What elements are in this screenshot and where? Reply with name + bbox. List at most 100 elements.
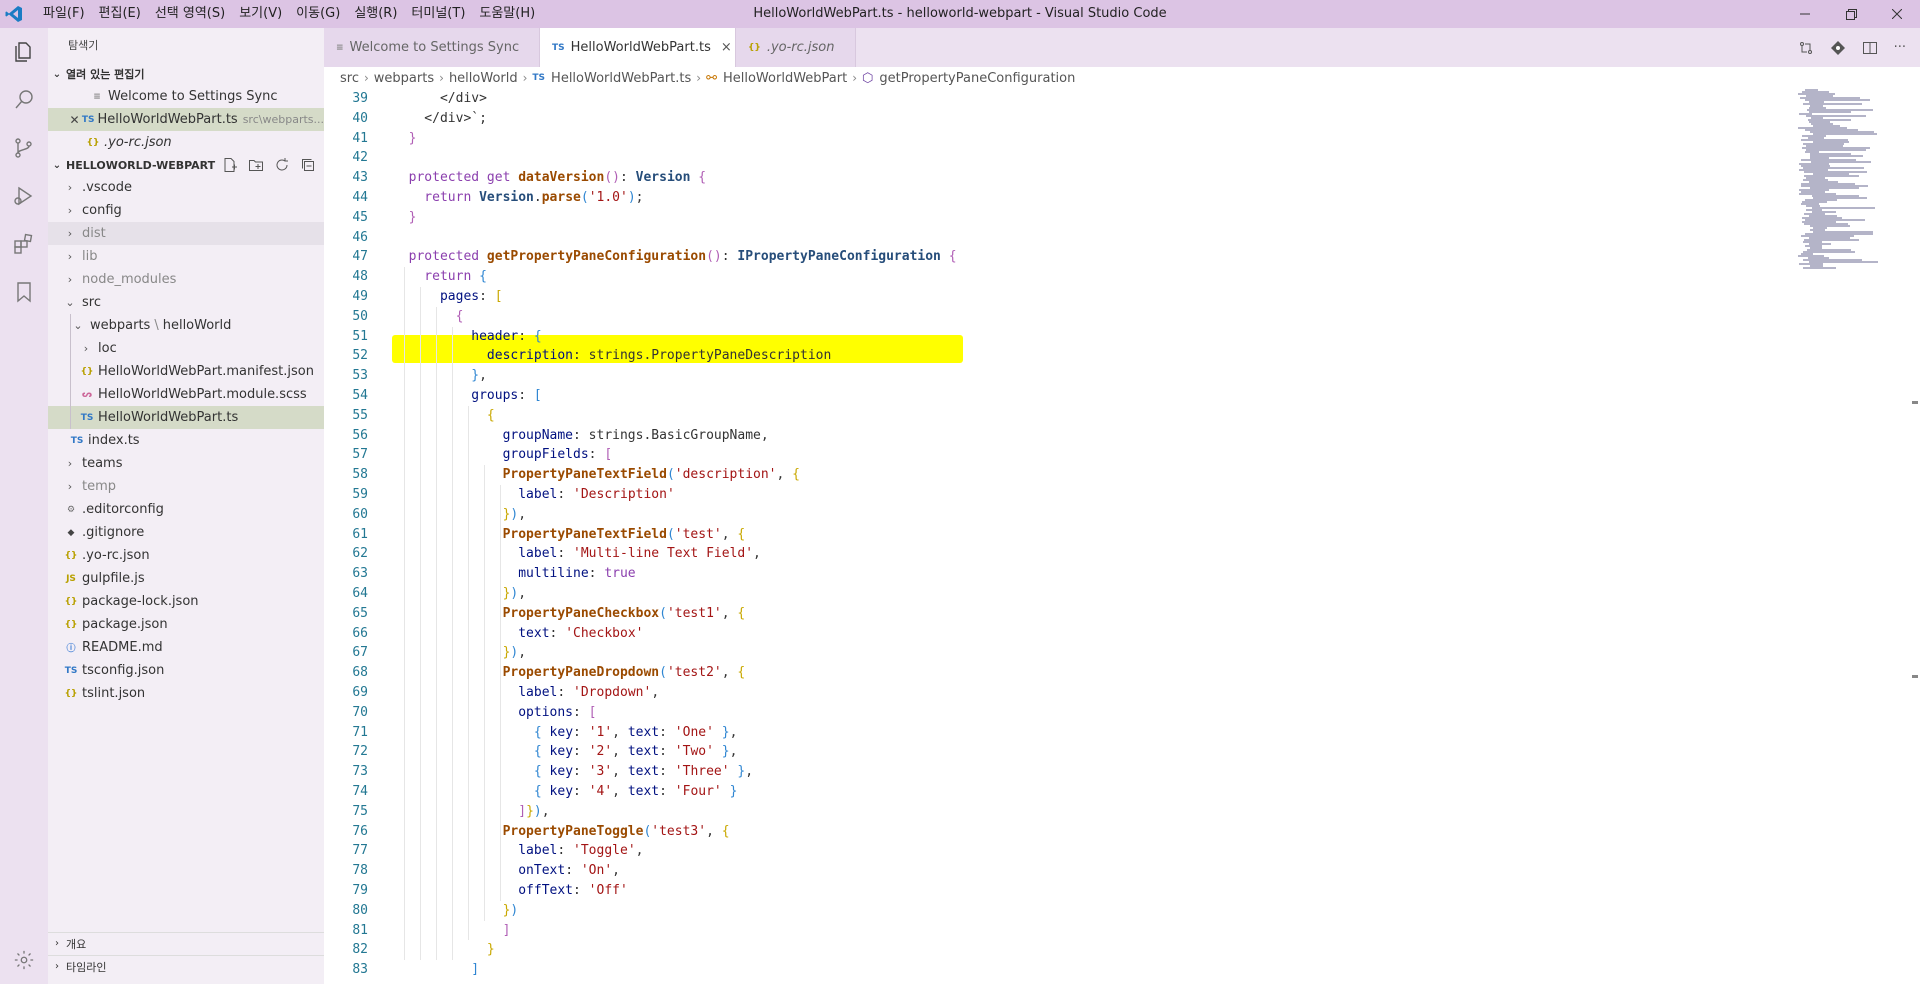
- code-line[interactable]: 60 }),: [324, 505, 1794, 525]
- code-line[interactable]: 41 }: [324, 129, 1794, 149]
- extensions-icon[interactable]: [0, 220, 48, 268]
- code-line[interactable]: 66 text: 'Checkbox': [324, 624, 1794, 644]
- new-file-icon[interactable]: [222, 157, 238, 173]
- code-line[interactable]: 57 groupFields: [: [324, 445, 1794, 465]
- minimap[interactable]: [1794, 89, 1904, 269]
- tree-folder[interactable]: › node_modules: [48, 268, 324, 291]
- code-line[interactable]: 53 },: [324, 366, 1794, 386]
- tab-yo-rc-json[interactable]: {} .yo-rc.json: [736, 28, 856, 67]
- menu-selection[interactable]: 선택 영역(S): [148, 0, 232, 28]
- breadcrumb-item[interactable]: helloWorld: [449, 71, 518, 86]
- refresh-icon[interactable]: [274, 157, 290, 173]
- open-editor-item[interactable]: {} .yo-rc.json: [48, 131, 324, 154]
- code-line[interactable]: 52 description: strings.PropertyPaneDesc…: [324, 346, 1794, 366]
- split-editor-icon[interactable]: [1862, 40, 1878, 56]
- code-editor[interactable]: 39 </div> 40 </div>`; 41 } 42 43 protected g…: [324, 89, 1920, 984]
- tree-file[interactable]: ◆ .gitignore: [48, 521, 324, 544]
- code-line[interactable]: 64 }),: [324, 584, 1794, 604]
- tree-file[interactable]: ⚙ .editorconfig: [48, 498, 324, 521]
- close-icon[interactable]: ✕: [68, 113, 81, 127]
- breadcrumb-item[interactable]: HelloWorldWebPart.ts: [551, 71, 691, 86]
- code-line[interactable]: 44 return Version.parse('1.0');: [324, 188, 1794, 208]
- tree-file[interactable]: ⓘ README.md: [48, 636, 324, 659]
- code-line[interactable]: 78 onText: 'On',: [324, 861, 1794, 881]
- code-line[interactable]: 70 options: [: [324, 703, 1794, 723]
- run-debug-icon[interactable]: [0, 172, 48, 220]
- menu-run[interactable]: 실행(R): [347, 0, 404, 28]
- close-window-button[interactable]: [1874, 0, 1920, 28]
- compare-changes-icon[interactable]: [1798, 40, 1814, 56]
- tree-file[interactable]: JS gulpfile.js: [48, 567, 324, 590]
- tree-folder[interactable]: › temp: [48, 475, 324, 498]
- code-line[interactable]: 47 protected getPropertyPaneConfiguratio…: [324, 247, 1794, 267]
- code-line[interactable]: 40 </div>`;: [324, 109, 1794, 129]
- tree-file[interactable]: ᔕ HelloWorldWebPart.module.scss: [48, 383, 324, 406]
- code-line[interactable]: 51 header: {: [324, 327, 1794, 347]
- open-editor-item[interactable]: ≡ Welcome to Settings Sync: [48, 85, 324, 108]
- breadcrumb-item[interactable]: getPropertyPaneConfiguration: [879, 71, 1075, 86]
- code-line[interactable]: 80 }): [324, 901, 1794, 921]
- breadcrumb-item[interactable]: HelloWorldWebPart: [723, 71, 847, 86]
- tree-file[interactable]: {} package.json: [48, 613, 324, 636]
- close-icon[interactable]: ×: [721, 40, 732, 55]
- project-header[interactable]: ⌄ HELLOWORLD-WEBPART: [48, 154, 324, 176]
- tree-file[interactable]: TS tsconfig.json: [48, 659, 324, 682]
- tree-file[interactable]: {} package-lock.json: [48, 590, 324, 613]
- tree-file[interactable]: TS index.ts: [48, 429, 324, 452]
- menu-edit[interactable]: 편집(E): [92, 0, 148, 28]
- open-editor-item-active[interactable]: ✕ TS HelloWorldWebPart.ts src\webparts..…: [48, 108, 324, 131]
- code-line[interactable]: 49 pages: [: [324, 287, 1794, 307]
- bookmark-icon[interactable]: [0, 268, 48, 316]
- code-line[interactable]: 83 ]: [324, 960, 1794, 980]
- menu-terminal[interactable]: 터미널(T): [404, 0, 472, 28]
- tab-helloworldwebpart-ts[interactable]: TS HelloWorldWebPart.ts ×: [540, 28, 736, 67]
- code-line[interactable]: 73 { key: '3', text: 'Three' },: [324, 762, 1794, 782]
- restore-button[interactable]: [1828, 0, 1874, 28]
- code-line[interactable]: 39 </div>: [324, 89, 1794, 109]
- tree-folder[interactable]: › teams: [48, 452, 324, 475]
- code-line[interactable]: 63 multiline: true: [324, 564, 1794, 584]
- code-line[interactable]: 56 groupName: strings.BasicGroupName,: [324, 426, 1794, 446]
- code-line[interactable]: 50 {: [324, 307, 1794, 327]
- code-line[interactable]: 74 { key: '4', text: 'Four' }: [324, 782, 1794, 802]
- tree-file-active[interactable]: TS HelloWorldWebPart.ts: [48, 406, 324, 429]
- code-line[interactable]: 55 {: [324, 406, 1794, 426]
- code-line[interactable]: 42: [324, 148, 1794, 168]
- code-line[interactable]: 72 { key: '2', text: 'Two' },: [324, 742, 1794, 762]
- code-line[interactable]: 46: [324, 228, 1794, 248]
- menu-view[interactable]: 보기(V): [232, 0, 289, 28]
- settings-gear-icon[interactable]: [0, 936, 48, 984]
- git-lens-icon[interactable]: [1830, 40, 1846, 56]
- code-line[interactable]: 45 }: [324, 208, 1794, 228]
- code-line[interactable]: 61 PropertyPaneTextField('test', {: [324, 525, 1794, 545]
- code-line[interactable]: 68 PropertyPaneDropdown('test2', {: [324, 663, 1794, 683]
- code-line[interactable]: 43 protected get dataVersion(): Version …: [324, 168, 1794, 188]
- collapse-all-icon[interactable]: [300, 157, 316, 173]
- tree-folder[interactable]: › dist: [48, 222, 324, 245]
- menu-go[interactable]: 이동(G): [289, 0, 347, 28]
- code-line[interactable]: 75 ]}),: [324, 802, 1794, 822]
- code-line[interactable]: 76 PropertyPaneToggle('test3', {: [324, 822, 1794, 842]
- tree-file[interactable]: {} HelloWorldWebPart.manifest.json: [48, 360, 324, 383]
- code-line[interactable]: 54 groups: [: [324, 386, 1794, 406]
- code-line[interactable]: 59 label: 'Description': [324, 485, 1794, 505]
- breadcrumb-item[interactable]: webparts: [374, 71, 434, 86]
- code-line[interactable]: 58 PropertyPaneTextField('description', …: [324, 465, 1794, 485]
- tab-welcome-settings-sync[interactable]: ≡ Welcome to Settings Sync: [324, 28, 540, 67]
- tree-folder[interactable]: › lib: [48, 245, 324, 268]
- search-icon[interactable]: [0, 76, 48, 124]
- code-line[interactable]: 81 ]: [324, 921, 1794, 941]
- code-line[interactable]: 79 offText: 'Off': [324, 881, 1794, 901]
- outline-header[interactable]: › 개요: [48, 932, 324, 954]
- tree-file[interactable]: {} .yo-rc.json: [48, 544, 324, 567]
- code-line[interactable]: 67 }),: [324, 643, 1794, 663]
- explorer-icon[interactable]: [0, 28, 48, 76]
- tree-file[interactable]: {} tslint.json: [48, 682, 324, 705]
- tree-folder[interactable]: › loc: [48, 337, 324, 360]
- tree-folder-open[interactable]: ⌄ webparts \ helloWorld: [48, 314, 324, 337]
- breadcrumb-item[interactable]: src: [340, 71, 359, 86]
- open-editors-header[interactable]: ⌄ 열려 있는 편집기: [48, 63, 324, 85]
- minimize-button[interactable]: [1782, 0, 1828, 28]
- code-line[interactable]: 71 { key: '1', text: 'One' },: [324, 723, 1794, 743]
- code-line[interactable]: 77 label: 'Toggle',: [324, 841, 1794, 861]
